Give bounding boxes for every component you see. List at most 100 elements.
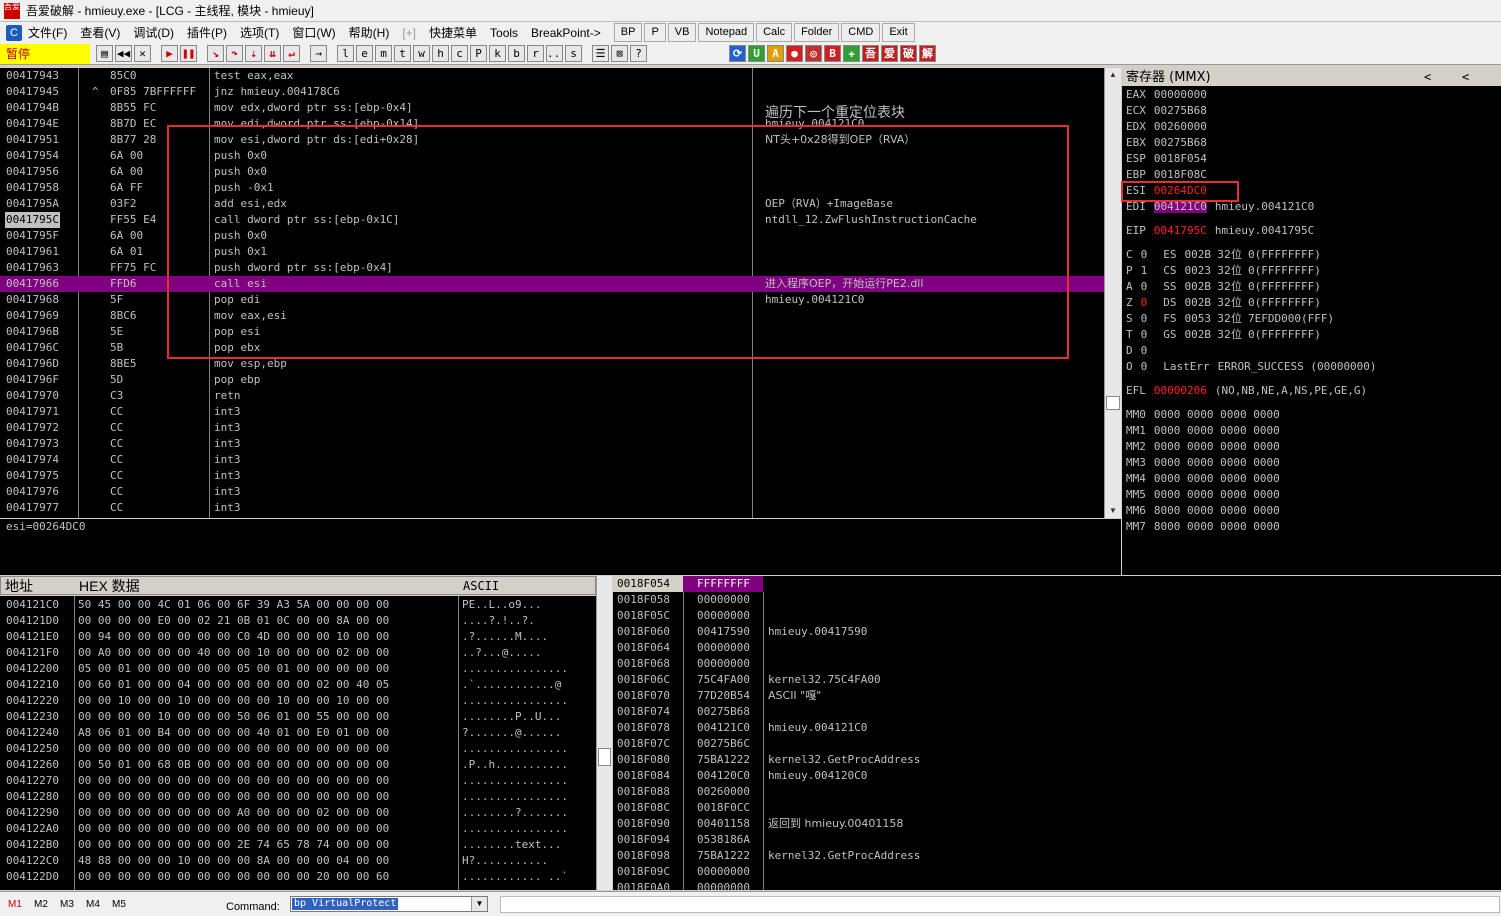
dump-col-addr[interactable]: 地址	[5, 577, 33, 596]
disasm-scrollbar[interactable]: ▲ ▼	[1104, 68, 1121, 518]
tb-r[interactable]: r	[527, 45, 544, 62]
flag-seg-row[interactable]: P 1 CS 0023 32位 0(FFFFFFFF)	[1126, 263, 1321, 279]
u-icon[interactable]: U	[748, 45, 765, 62]
tb-c[interactable]: c	[451, 45, 468, 62]
tab-m2[interactable]: M2	[34, 899, 48, 910]
register-mm[interactable]: MM1 0000 0000 0000 0000	[1126, 423, 1280, 439]
stack-row[interactable]: 0018F054 FFFFFFFF	[613, 576, 1501, 592]
register-mm[interactable]: MM7 8000 0000 0000 0000	[1126, 519, 1280, 535]
flag-seg-row[interactable]: S 0 FS 0053 32位 7EFDD000(FFF)	[1126, 311, 1334, 327]
disasm-row[interactable]: 00417972 CC int3	[0, 420, 1104, 436]
disasm-row[interactable]: 0041796F 5D pop ebp	[0, 372, 1104, 388]
menu-help[interactable]: 帮助(H)	[349, 24, 390, 41]
tb-s[interactable]: s	[565, 45, 582, 62]
options-icon[interactable]: ⊠	[611, 45, 628, 62]
stack-row[interactable]: 0018F080 75BA1222 kernel32.GetProcAddress	[613, 752, 1501, 768]
disasm-row[interactable]: 00417970 C3 retn	[0, 388, 1104, 404]
register-mm[interactable]: MM6 8000 0000 0000 0000	[1126, 503, 1280, 519]
stack-row[interactable]: 0018F084 004120C0 hmieuy.004120C0	[613, 768, 1501, 784]
target-icon[interactable]: ◎	[805, 45, 822, 62]
disasm-row[interactable]: 00417971 CC int3	[0, 404, 1104, 420]
step-into-icon[interactable]: ↘	[207, 45, 224, 62]
step-over-icon[interactable]: ↷	[226, 45, 243, 62]
tb-t[interactable]: t	[394, 45, 411, 62]
stack-pane[interactable]: 0018F054 FFFFFFFF 0018F058 00000000 0018F05C…	[613, 576, 1501, 890]
register-mm[interactable]: MM0 0000 0000 0000 0000	[1126, 407, 1280, 423]
disasm-row[interactable]: 00417945 ^ 0F85 7BFFFFFF jnz hmieuy.004178C…	[0, 84, 1104, 100]
disasm-row[interactable]: 00417976 CC int3	[0, 484, 1104, 500]
vb-button[interactable]: VB	[667, 23, 697, 42]
b-icon[interactable]: B	[824, 45, 841, 62]
tab-m4[interactable]: M4	[86, 899, 100, 910]
run-icon[interactable]: ▶	[161, 45, 178, 62]
menu-view[interactable]: 查看(V)	[80, 24, 120, 41]
dump-col-ascii[interactable]: ASCII	[463, 577, 499, 596]
tab-m1[interactable]: M1	[8, 899, 22, 910]
trace-into-icon[interactable]: ⇣	[245, 45, 262, 62]
disasm-row[interactable]: 0041795F 6A 00 push 0x0	[0, 228, 1104, 244]
register-mm[interactable]: MM3 0000 0000 0000 0000	[1126, 455, 1280, 471]
trace-over-icon[interactable]: ⇊	[264, 45, 281, 62]
disasm-row[interactable]: 00417951 8B77 28 mov esi,dword ptr ds:[edi…	[0, 132, 1104, 148]
disasm-row[interactable]: 0041795C FF55 E4 call dword ptr ss:[ebp-0x…	[0, 212, 1104, 228]
registers-nav-prev-icon[interactable]: <	[1424, 68, 1431, 86]
po-icon[interactable]: 破	[900, 45, 917, 62]
register-eip[interactable]: EIP 0041795C hmieuy.0041795C	[1126, 223, 1314, 239]
menu-tools[interactable]: Tools	[490, 26, 518, 40]
flag-seg-row[interactable]: T 0 GS 002B 32位 0(FFFFFFFF)	[1126, 327, 1321, 343]
registers-pane[interactable]: 寄存器 (MMX) < < EAX 00000000 ECX 00275B68 EDX 0…	[1122, 68, 1501, 575]
register-edx[interactable]: EDX 00260000	[1126, 119, 1215, 135]
flag-d-row[interactable]: D0	[1126, 343, 1147, 359]
register-ecx[interactable]: ECX 00275B68	[1126, 103, 1215, 119]
pause-icon[interactable]: ❚❚	[180, 45, 197, 62]
folder-button[interactable]: Folder	[794, 23, 840, 42]
disasm-row[interactable]: 00417969 8BC6 mov eax,esi	[0, 308, 1104, 324]
tb-more[interactable]: ...	[546, 45, 563, 62]
register-mm[interactable]: MM2 0000 0000 0000 0000	[1126, 439, 1280, 455]
stack-row[interactable]: 0018F090 00401158 返回到 hmieuy.00401158	[613, 816, 1501, 832]
register-mm[interactable]: MM4 0000 0000 0000 0000	[1126, 471, 1280, 487]
refresh-icon[interactable]: ⟳	[729, 45, 746, 62]
menu-expand[interactable]: [+]	[402, 26, 416, 40]
notepad-button[interactable]: Notepad	[698, 23, 755, 42]
a-icon[interactable]: A	[767, 45, 784, 62]
scroll-down-icon[interactable]: ▼	[1105, 504, 1121, 518]
stack-row[interactable]: 0018F0A0 00000000	[613, 880, 1501, 890]
chevron-down-icon[interactable]: ▼	[471, 897, 487, 911]
tb-e[interactable]: e	[356, 45, 373, 62]
menu-options[interactable]: 选项(T)	[240, 24, 279, 41]
disasm-row[interactable]: 0041794B 8B55 FC mov edx,dword ptr ss:[ebp…	[0, 100, 1104, 116]
tab-m5[interactable]: M5	[112, 899, 126, 910]
stack-row[interactable]: 0018F09C 00000000	[613, 864, 1501, 880]
menu-debug[interactable]: 调试(D)	[133, 24, 174, 41]
bp-button[interactable]: BP	[613, 23, 643, 42]
cmd-button[interactable]: CMD	[841, 23, 881, 42]
stack-row[interactable]: 0018F058 00000000	[613, 592, 1501, 608]
disasm-row[interactable]: 00417977 CC int3	[0, 500, 1104, 516]
dump-scrollbar[interactable]	[596, 576, 612, 890]
stack-row[interactable]: 0018F070 77D20B54 ASCII "嘎"	[613, 688, 1501, 704]
stack-row[interactable]: 0018F08C 0018F0CC	[613, 800, 1501, 816]
dump-scroll-thumb[interactable]	[598, 748, 611, 766]
flag-seg-row[interactable]: Z 0 DS 002B 32位 0(FFFFFFFF)	[1126, 295, 1321, 311]
disasm-row[interactable]: 00417958 6A FF push -0x1	[0, 180, 1104, 196]
app-logo-icon[interactable]: C	[6, 24, 22, 41]
scroll-up-icon[interactable]: ▲	[1105, 68, 1121, 82]
close-icon[interactable]: ✕	[134, 45, 151, 62]
disasm-row[interactable]: 00417943 85C0 test eax,eax	[0, 68, 1104, 84]
disasm-row[interactable]: 0041794E 8B7D EC mov edi,dword ptr ss:[ebp…	[0, 116, 1104, 132]
stack-row[interactable]: 0018F05C 00000000	[613, 608, 1501, 624]
tb-p[interactable]: P	[470, 45, 487, 62]
stack-row[interactable]: 0018F068 00000000	[613, 656, 1501, 672]
wu-icon[interactable]: 吾	[862, 45, 879, 62]
stack-row[interactable]: 0018F094 0538186A	[613, 832, 1501, 848]
calc-button[interactable]: Calc	[756, 23, 793, 42]
disasm-row[interactable]: 00417956 6A 00 push 0x0	[0, 164, 1104, 180]
dump-pane[interactable]: 004121C0 50 45 00 00 4C 01 06 00 6F 39 A3…	[0, 596, 596, 890]
disasm-row[interactable]: 00417963 FF75 FC push dword ptr ss:[ebp-0x…	[0, 260, 1104, 276]
goto-icon[interactable]: →	[310, 45, 327, 62]
lasterr-row[interactable]: O 0 LastErr ERROR_SUCCESS (00000000)	[1126, 359, 1377, 375]
disasm-row[interactable]: 0041796B 5E pop esi	[0, 324, 1104, 340]
disasm-row[interactable]: 00417954 6A 00 push 0x0	[0, 148, 1104, 164]
dump-col-hex[interactable]: HEX 数据	[79, 577, 140, 596]
